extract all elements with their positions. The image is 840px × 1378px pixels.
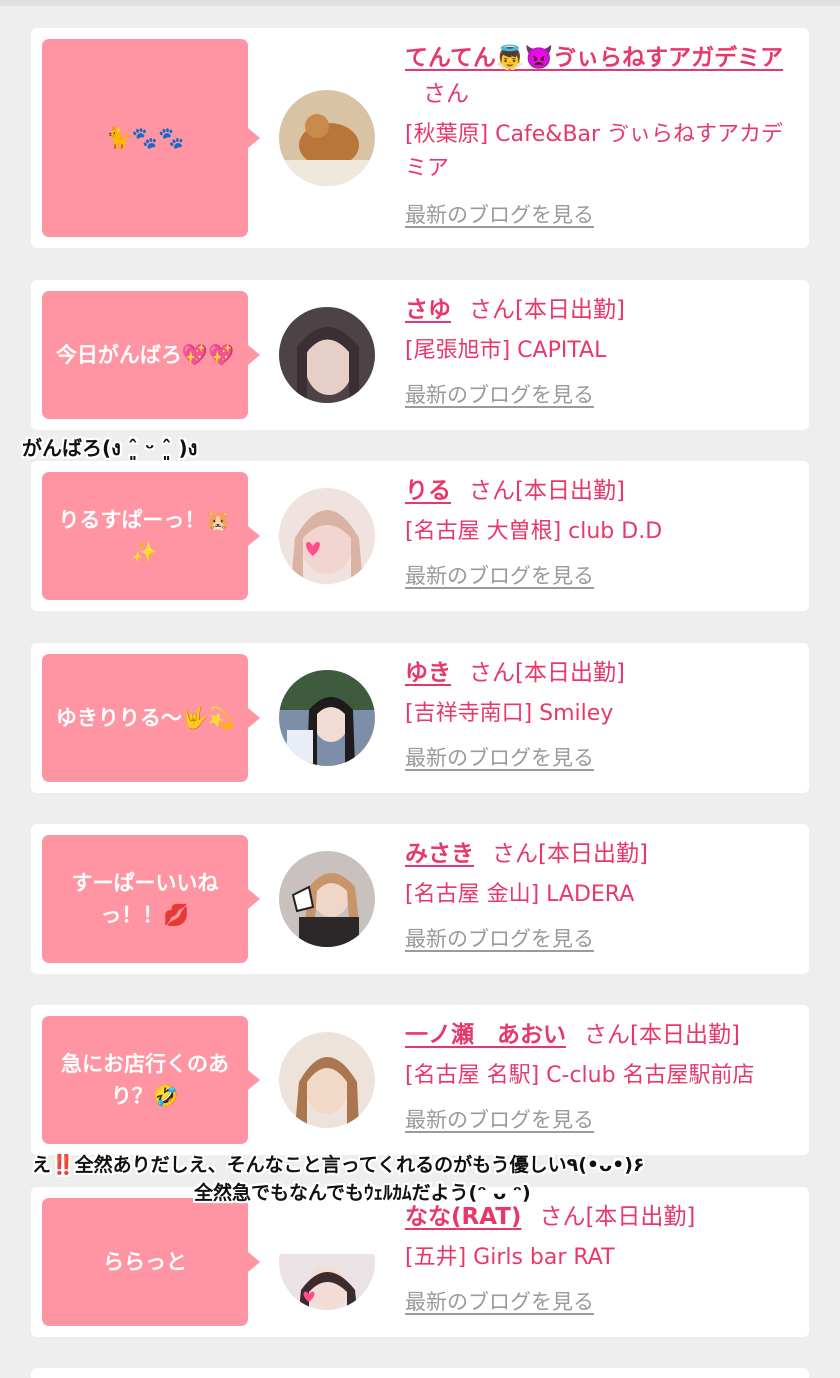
message-bubble: 今日がんばろ💖💖 <box>42 291 260 419</box>
latest-blog-link[interactable]: 最新のブログを見る <box>405 743 594 773</box>
latest-blog-link[interactable]: 最新のブログを見る <box>405 1287 594 1317</box>
cast-name-link[interactable]: りる <box>405 478 451 504</box>
message-bubble: りるすぱーっ！🐹✨ <box>42 472 260 600</box>
cast-name-link[interactable]: みさき <box>405 841 474 867</box>
list-item: ゆきりりる〜🤟💫 ゆき さん[本日出勤] [吉祥寺南口] Smiley 最新のブロ… <box>31 643 809 793</box>
avatar[interactable] <box>279 1214 375 1310</box>
honorific-label: さん[本日出勤] <box>469 660 625 686</box>
list-item: 🐈🐾🐾 てんてん👼👿ゔぃらねすアガデミアさん [秋葉原] Cafe&Bar ゔぃ… <box>31 28 809 248</box>
latest-blog-link[interactable]: 最新のブログを見る <box>405 380 594 410</box>
sticker-note: がんばろ(ง ˆ͈ ᵕ ˆ͈ )ง <box>22 436 198 460</box>
latest-blog-link[interactable]: 最新のブログを見る <box>405 200 594 230</box>
list-item: りるすぱーっ！🐹✨ りる さん[本日出勤] [名古屋 大曽根] club D.D … <box>31 461 809 611</box>
shop-label: [名古屋 金山] LADERA <box>405 882 635 907</box>
next-card-edge <box>31 1368 809 1378</box>
message-bubble: 急にお店行くのあり？🤣 <box>42 1016 260 1144</box>
shop-label: [五井] Girls bar RAT <box>405 1245 615 1270</box>
avatar[interactable] <box>279 851 375 947</box>
message-bubble: 🐈🐾🐾 <box>42 39 260 237</box>
message-bubble: ゆきりりる〜🤟💫 <box>42 654 260 782</box>
message-bubble: すーぱーいいねっ！！💋 <box>42 835 260 963</box>
avatar[interactable] <box>279 90 375 186</box>
avatar[interactable] <box>279 307 375 403</box>
list-item: 急にお店行くのあり？🤣 一ノ瀬 あおい さん[本日出勤] [名古屋 名駅] C-c… <box>31 1005 809 1155</box>
message-bubble: ららっと <box>42 1198 260 1326</box>
cast-name-link[interactable]: てんてん👼👿ゔぃらねすアガデミア <box>405 45 783 71</box>
shop-label: [秋葉原] Cafe&Bar ゔぃらねすアカデミア <box>405 122 784 181</box>
cast-name-link[interactable]: ゆき <box>405 660 451 686</box>
cast-name-link[interactable]: さゆ <box>405 297 451 323</box>
shop-label: [名古屋 大曽根] club D.D <box>405 519 663 544</box>
latest-blog-link[interactable]: 最新のブログを見る <box>405 1105 594 1135</box>
cast-name-link[interactable]: 一ノ瀬 あおい <box>405 1022 566 1048</box>
sticker-note: え‼️全然ありだしえ、そんなこと言ってくれるのがもう優しい٩(•ᴗ•)۶ <box>32 1154 645 1176</box>
avatar[interactable] <box>279 488 375 584</box>
sticker-note: 全然急でもなんでもｳｪﾙｶﾑだよう(ᵔ ᴗ ᵔ) <box>194 1182 531 1204</box>
honorific-label: さん[本日出勤] <box>539 1204 696 1230</box>
honorific-label: さん[本日出勤] <box>469 297 625 323</box>
shop-label: [名古屋 名駅] C-club 名古屋駅前店 <box>405 1063 755 1088</box>
top-divider <box>0 0 840 6</box>
avatar[interactable] <box>279 670 375 766</box>
latest-blog-link[interactable]: 最新のブログを見る <box>405 561 594 591</box>
honorific-label: さん <box>423 81 469 107</box>
honorific-label: さん[本日出勤] <box>469 478 625 504</box>
cast-name-link[interactable]: なな(RAT) <box>405 1204 521 1230</box>
latest-blog-link[interactable]: 最新のブログを見る <box>405 924 594 954</box>
list-item: すーぱーいいねっ！！💋 みさき さん[本日出勤] [名古屋 金山] LADERA … <box>31 824 809 974</box>
honorific-label: さん[本日出勤] <box>492 841 648 867</box>
honorific-label: さん[本日出勤] <box>584 1022 740 1048</box>
shop-label: [吉祥寺南口] Smiley <box>405 701 614 726</box>
list-item: 今日がんばろ💖💖 さゆ さん[本日出勤] [尾張旭市] CAPITAL 最新のブロ… <box>31 280 809 430</box>
list-item: ららっと なな(RAT) さん[本日出勤] [五井] Girls bar RAT … <box>31 1187 809 1337</box>
avatar[interactable] <box>279 1032 375 1128</box>
shop-label: [尾張旭市] CAPITAL <box>405 338 607 363</box>
